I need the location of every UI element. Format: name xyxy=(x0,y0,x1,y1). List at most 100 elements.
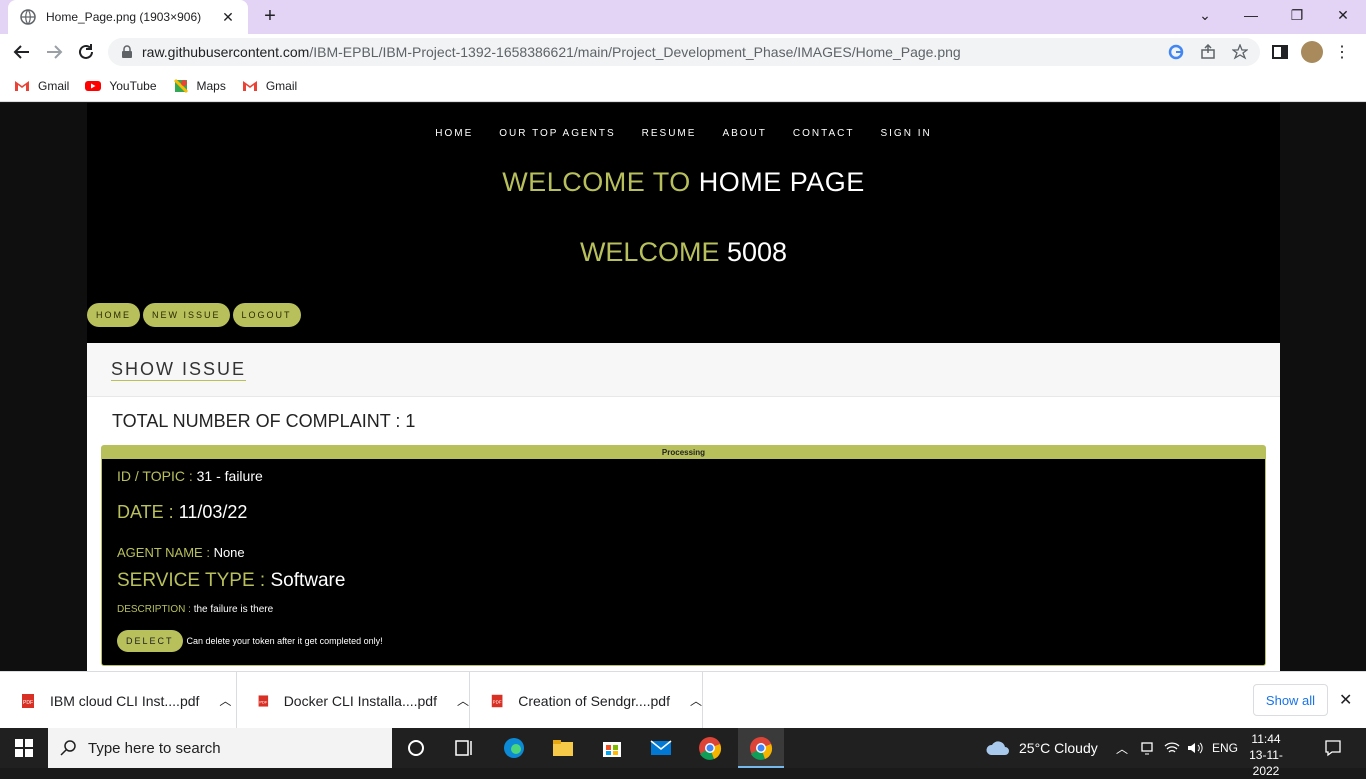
volume-icon[interactable] xyxy=(1186,740,1204,756)
forward-arrow-icon xyxy=(47,45,63,59)
profile-avatar[interactable] xyxy=(1301,41,1323,63)
pdf-file-icon: PDF xyxy=(22,693,34,708)
lock-icon xyxy=(122,45,132,58)
home-button[interactable]: HOME xyxy=(87,303,140,327)
minimize-button[interactable]: — xyxy=(1228,0,1274,30)
nav-home[interactable]: HOME xyxy=(435,128,473,139)
task-view-icon[interactable] xyxy=(452,736,476,760)
logout-button[interactable]: LOGOUT xyxy=(232,303,301,327)
menu-kebab-icon[interactable]: ⋮ xyxy=(1334,42,1350,62)
issue-service-type: SERVICE TYPE : Software xyxy=(117,570,346,591)
status-badge: Processing xyxy=(102,446,1265,459)
search-icon xyxy=(60,740,76,756)
share-icon[interactable] xyxy=(1200,44,1216,60)
windows-logo-icon xyxy=(15,739,33,757)
browser-tab[interactable]: Home_Page.png (1903×906) ✕ xyxy=(8,0,248,34)
gmail-icon xyxy=(15,80,29,91)
nav-resume[interactable]: RESUME xyxy=(642,128,697,139)
chrome-icon[interactable] xyxy=(698,736,722,760)
nav-contact[interactable]: CONTACT xyxy=(793,128,855,139)
youtube-icon xyxy=(85,80,102,91)
page-title: WELCOME TO HOME PAGE xyxy=(502,167,865,197)
wifi-icon[interactable] xyxy=(1164,740,1180,756)
notification-icon[interactable] xyxy=(1324,739,1342,757)
meet-now-icon[interactable] xyxy=(1140,740,1154,756)
weather-widget[interactable]: 25°C Cloudy xyxy=(985,728,1098,768)
bookmark-maps[interactable]: Maps xyxy=(173,78,226,94)
bookmark-gmail[interactable]: Gmail xyxy=(14,78,69,94)
chevron-up-icon[interactable]: ︿ xyxy=(457,692,469,709)
close-icon[interactable]: ✕ xyxy=(1339,690,1352,710)
restore-button[interactable]: ❐ xyxy=(1274,0,1320,30)
clock[interactable]: 11:44 13-11-2022 xyxy=(1236,731,1296,779)
nav-top-agents[interactable]: OUR TOP AGENTS xyxy=(499,128,615,139)
cloud-icon xyxy=(986,741,1009,755)
issue-id: ID / TOPIC : 31 - failure xyxy=(117,468,263,484)
nav-about[interactable]: ABOUT xyxy=(722,128,766,139)
browser-tab-strip: Home_Page.png (1903×906) ✕ + ⌄ — ❐ ✕ xyxy=(0,0,1366,34)
issue-agent: AGENT NAME : None xyxy=(117,545,245,560)
new-tab-button[interactable]: + xyxy=(259,6,281,28)
delete-note: Can delete your token after it get compl… xyxy=(186,636,383,646)
address-bar[interactable]: raw.githubusercontent.com/IBM-EPBL/IBM-P… xyxy=(108,38,1260,66)
screenshot-page: HOME OUR TOP AGENTS RESUME ABOUT CONTACT… xyxy=(87,103,1280,671)
forward-button[interactable] xyxy=(40,38,68,66)
svg-text:PDF: PDF xyxy=(259,699,267,704)
issue-description: DESCRIPTION : the failure is there xyxy=(117,604,274,615)
start-button[interactable] xyxy=(0,728,48,768)
card-header: SHOW ISSUE xyxy=(87,343,1280,397)
action-pills: HOME NEW ISSUE LOGOUT xyxy=(87,303,301,327)
issue-item: Processing ID / TOPIC : 31 - failure DAT… xyxy=(101,445,1266,666)
url-text: raw.githubusercontent.com/IBM-EPBL/IBM-P… xyxy=(142,44,961,60)
chrome-active-app[interactable] xyxy=(738,728,784,768)
download-item[interactable]: PDF Creation of Sendgr....pdf ︿ xyxy=(470,672,703,729)
svg-text:PDF: PDF xyxy=(23,700,33,706)
back-button[interactable] xyxy=(8,38,36,66)
bookmarks-bar: Gmail YouTube Maps Gmail xyxy=(0,70,1366,102)
download-item[interactable]: PDF Docker CLI Installa....pdf ︿ xyxy=(237,672,470,729)
new-issue-button[interactable]: NEW ISSUE xyxy=(143,303,230,327)
edge-icon[interactable] xyxy=(502,736,526,760)
reload-icon xyxy=(79,44,93,59)
bookmark-star-icon[interactable] xyxy=(1232,44,1248,60)
language-indicator[interactable]: ENG xyxy=(1212,728,1238,768)
pdf-file-icon: PDF xyxy=(491,694,503,707)
store-icon[interactable] xyxy=(600,736,624,760)
browser-toolbar: raw.githubusercontent.com/IBM-EPBL/IBM-P… xyxy=(0,34,1366,70)
chevron-up-icon[interactable]: ︿ xyxy=(219,692,231,709)
download-item[interactable]: PDF IBM cloud CLI Inst....pdf ︿ xyxy=(0,672,237,729)
show-issue-card: SHOW ISSUE TOTAL NUMBER OF COMPLAINT : 1… xyxy=(87,343,1280,671)
site-nav: HOME OUR TOP AGENTS RESUME ABOUT CONTACT… xyxy=(87,128,1280,139)
tab-search-chevron-icon[interactable]: ⌄ xyxy=(1182,0,1228,30)
total-complaints: TOTAL NUMBER OF COMPLAINT : 1 xyxy=(112,411,416,431)
gmail-icon xyxy=(242,80,257,91)
bookmark-gmail-2[interactable]: Gmail xyxy=(242,78,297,94)
tray-chevron-icon[interactable]: ︿ xyxy=(1116,728,1128,768)
maps-icon xyxy=(173,78,188,93)
cortana-icon[interactable] xyxy=(404,736,428,760)
close-window-button[interactable]: ✕ xyxy=(1320,0,1366,30)
chevron-up-icon[interactable]: ︿ xyxy=(690,692,702,709)
globe-icon xyxy=(20,9,36,25)
nav-sign-in[interactable]: SIGN IN xyxy=(880,128,931,139)
delete-row: DELECT Can delete your token after it ge… xyxy=(117,630,383,652)
taskbar-search[interactable]: Type here to search xyxy=(48,728,392,768)
pdf-file-icon: PDF xyxy=(258,694,269,707)
reload-button[interactable] xyxy=(72,38,100,66)
delete-button[interactable]: DELECT xyxy=(117,630,183,652)
bookmark-youtube[interactable]: YouTube xyxy=(85,78,157,94)
show-all-button[interactable]: Show all xyxy=(1253,684,1328,716)
chrome-profile-icon xyxy=(750,737,773,760)
file-explorer-icon[interactable] xyxy=(551,736,575,760)
search-placeholder: Type here to search xyxy=(88,739,221,757)
windows-taskbar: Type here to search 25°C Cloudy ︿ ENG 11… xyxy=(0,728,1366,778)
browser-viewport: HOME OUR TOP AGENTS RESUME ABOUT CONTACT… xyxy=(0,103,1366,671)
mail-icon[interactable] xyxy=(649,736,673,760)
card-title: SHOW ISSUE xyxy=(111,359,247,381)
svg-text:PDF: PDF xyxy=(493,699,502,704)
back-arrow-icon xyxy=(13,45,29,59)
google-lens-icon[interactable] xyxy=(1168,44,1184,60)
issue-date: DATE : 11/03/22 xyxy=(117,502,248,522)
side-panel-icon[interactable] xyxy=(1272,44,1288,60)
tab-close-icon[interactable]: ✕ xyxy=(220,9,236,25)
